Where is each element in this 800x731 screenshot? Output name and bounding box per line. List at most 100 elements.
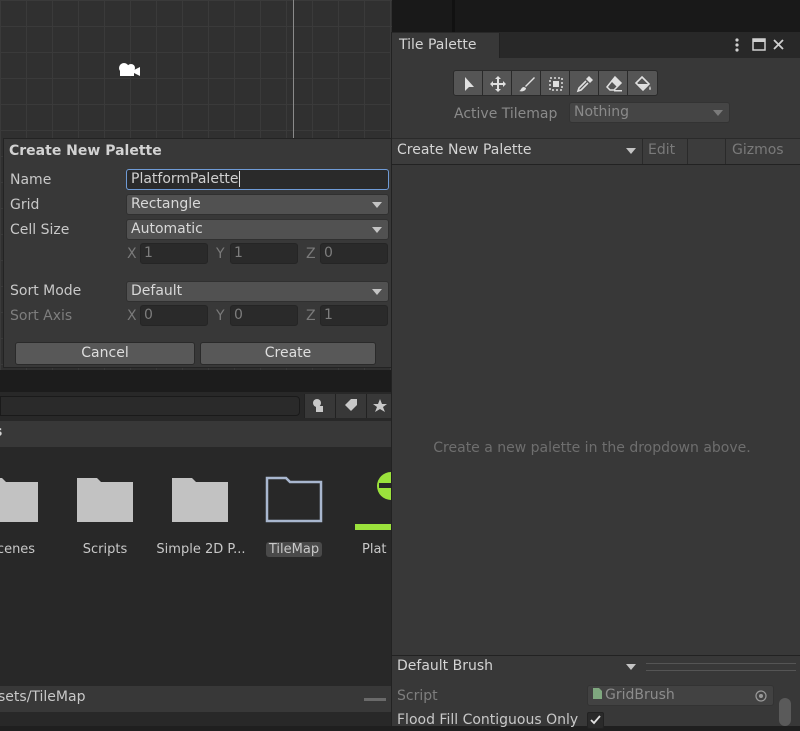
tool-eraser-button[interactable] xyxy=(598,70,628,96)
object-picker-icon[interactable] xyxy=(755,690,767,702)
shapes-icon xyxy=(313,399,323,412)
filter-by-label-button[interactable] xyxy=(335,394,366,418)
cell-y-field[interactable]: 1 xyxy=(230,243,298,264)
cell-y-label: Y xyxy=(216,246,225,262)
tag-icon xyxy=(345,399,357,411)
tab-title: Tile Palette xyxy=(399,37,477,53)
tab-tile-palette[interactable]: Tile Palette xyxy=(392,33,500,58)
folder-icon[interactable] xyxy=(0,474,40,524)
tool-picker-button[interactable] xyxy=(569,70,599,96)
sort-y-label: Y xyxy=(216,308,225,324)
chevron-down-icon xyxy=(626,148,636,154)
inspector-scrollbar[interactable] xyxy=(779,698,791,726)
sort-z-label: Z xyxy=(306,308,316,324)
palette-dropdown[interactable]: Create New Palette xyxy=(392,139,642,164)
paint-brush-icon xyxy=(519,77,535,92)
brush-bar: Default Brush xyxy=(392,655,800,680)
tool-move-button[interactable] xyxy=(482,70,512,96)
grid-value: Rectangle xyxy=(131,196,201,212)
active-tilemap-value: Nothing xyxy=(574,104,630,120)
chevron-down-icon xyxy=(372,289,382,295)
close-icon[interactable] xyxy=(772,38,785,51)
flood-fill-checkbox[interactable] xyxy=(587,712,604,729)
path-header-text: s xyxy=(0,424,2,440)
folder-label-scenes: cenes xyxy=(0,542,36,557)
sort-x-label: X xyxy=(127,308,137,324)
brush-dropdown[interactable]: Default Brush xyxy=(392,656,642,679)
more-options-icon[interactable] xyxy=(731,38,743,52)
palette-toolbar: Create New Palette Edit Gizmos xyxy=(392,138,800,165)
move-icon xyxy=(490,76,506,92)
active-tilemap-dropdown[interactable]: Nothing xyxy=(569,102,730,123)
filter-by-type-button[interactable] xyxy=(304,394,335,418)
cell-size-label: Cell Size xyxy=(10,222,70,238)
script-label: Script xyxy=(397,688,438,704)
edit-button[interactable]: Edit xyxy=(642,139,688,164)
maximize-icon[interactable] xyxy=(752,38,766,51)
folder-icon[interactable] xyxy=(170,474,230,524)
star-icon xyxy=(373,399,387,412)
folder-icon[interactable] xyxy=(75,474,135,524)
sort-axis-label: Sort Axis xyxy=(10,308,73,324)
chevron-down-icon xyxy=(372,227,382,233)
tile-asset-icon[interactable] xyxy=(355,466,392,536)
chevron-down-icon xyxy=(713,110,723,116)
name-label: Name xyxy=(10,172,52,188)
asset-label-plat: Plat xyxy=(362,542,387,557)
script-file-icon xyxy=(593,688,602,699)
sort-x-field[interactable]: 0 xyxy=(140,305,208,326)
folder-label-tilemap: TileMap xyxy=(266,542,322,557)
sort-z-field[interactable]: 1 xyxy=(320,305,388,326)
cell-z-field[interactable]: 0 xyxy=(320,243,388,264)
check-icon xyxy=(590,715,601,725)
palette-name-input[interactable]: PlatformPalette xyxy=(126,169,389,190)
grid-axis-line xyxy=(293,0,294,140)
project-search-input[interactable] xyxy=(0,396,300,416)
eraser-icon xyxy=(605,75,623,92)
footer-path-text: sets/TileMap xyxy=(0,689,86,705)
cell-size-dropdown[interactable]: Automatic xyxy=(126,219,389,240)
project-path-header: s xyxy=(0,421,392,447)
palette-name-value: PlatformPalette xyxy=(131,171,239,187)
project-footer-path: sets/TileMap xyxy=(0,686,392,712)
gizmos-button[interactable]: Gizmos xyxy=(725,139,800,164)
script-value: GridBrush xyxy=(605,687,675,703)
splitter-handle[interactable] xyxy=(646,663,796,671)
cancel-button[interactable]: Cancel xyxy=(15,342,195,365)
project-tab-bar xyxy=(0,370,392,392)
cell-z-label: Z xyxy=(306,246,316,262)
create-button[interactable]: Create xyxy=(200,342,376,365)
top-dock-area xyxy=(392,0,800,32)
cell-size-value: Automatic xyxy=(131,221,203,237)
cell-x-label: X xyxy=(127,246,137,262)
tool-select-button[interactable] xyxy=(453,70,483,96)
fill-bucket-icon xyxy=(634,75,651,92)
gizmos-label: Gizmos xyxy=(732,142,784,158)
folder-icon-open[interactable] xyxy=(264,474,324,524)
tool-fill-button[interactable] xyxy=(627,70,658,96)
sort-y-field[interactable]: 0 xyxy=(230,305,298,326)
sort-mode-value: Default xyxy=(131,283,183,299)
grid-dropdown[interactable]: Rectangle xyxy=(126,194,389,215)
tool-box-fill-button[interactable] xyxy=(540,70,570,96)
active-tilemap-label: Active Tilemap xyxy=(454,106,558,122)
camera-icon[interactable] xyxy=(117,62,141,78)
tool-paint-button[interactable] xyxy=(511,70,541,96)
toolbar-spacer xyxy=(687,139,726,164)
palette-dropdown-value: Create New Palette xyxy=(397,142,532,158)
picker-icon xyxy=(576,76,593,93)
sort-mode-dropdown[interactable]: Default xyxy=(126,281,389,302)
create-palette-popup: Create New Palette Name PlatformPalette … xyxy=(3,138,393,368)
favorites-button[interactable] xyxy=(366,394,393,418)
folder-label-scripts: Scripts xyxy=(82,542,128,557)
chevron-down-icon xyxy=(626,664,636,670)
zoom-slider[interactable] xyxy=(364,698,386,701)
select-icon xyxy=(465,77,474,91)
script-field[interactable]: GridBrush xyxy=(587,685,774,706)
popup-title: Create New Palette xyxy=(9,143,162,159)
box-fill-icon xyxy=(549,77,563,91)
sort-mode-label: Sort Mode xyxy=(10,283,82,299)
chevron-down-icon xyxy=(372,202,382,208)
cell-x-field[interactable]: 1 xyxy=(140,243,208,264)
edit-label: Edit xyxy=(648,142,676,158)
